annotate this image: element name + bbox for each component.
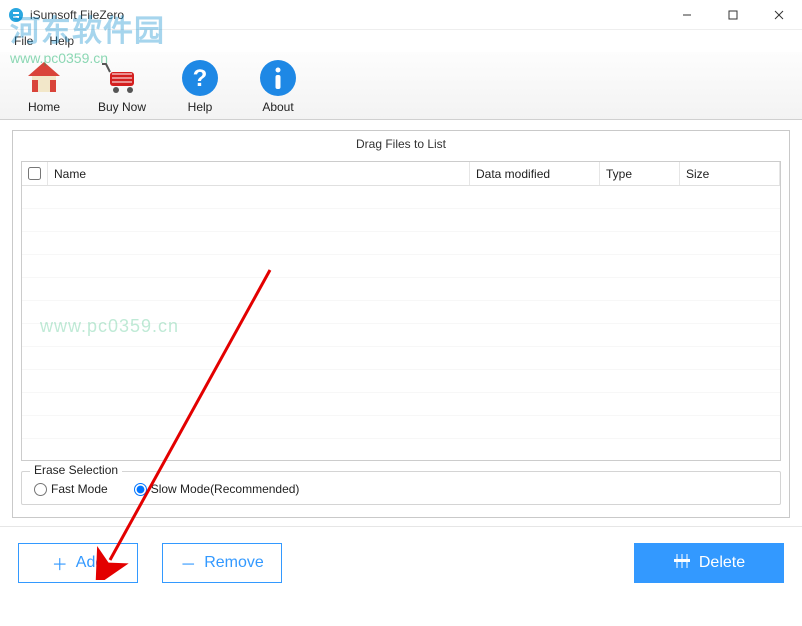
menubar: File Help — [0, 30, 802, 52]
toolbar-home-label: Home — [28, 100, 60, 114]
column-modified[interactable]: Data modified — [470, 162, 600, 185]
minus-icon: － — [180, 551, 196, 575]
window-controls — [664, 0, 802, 30]
window-title: iSumsoft FileZero — [30, 8, 664, 22]
remove-button-label: Remove — [204, 554, 264, 572]
plus-icon: ＋ — [52, 551, 68, 575]
fast-mode-option[interactable]: Fast Mode — [34, 482, 108, 496]
slow-mode-label: Slow Mode(Recommended) — [151, 482, 300, 496]
add-button-label: Add — [76, 554, 104, 572]
select-all-checkbox[interactable] — [28, 167, 41, 180]
toolbar-help[interactable]: ? Help — [168, 58, 232, 114]
maximize-button[interactable] — [710, 0, 756, 30]
toolbar-help-label: Help — [188, 100, 213, 114]
cart-icon — [102, 58, 142, 98]
minimize-button[interactable] — [664, 0, 710, 30]
toolbar-home[interactable]: Home — [12, 58, 76, 114]
slow-mode-option[interactable]: Slow Mode(Recommended) — [134, 482, 300, 496]
delete-button[interactable]: Delete — [634, 543, 784, 583]
info-icon — [258, 58, 298, 98]
table-header: Name Data modified Type Size — [22, 162, 780, 186]
button-bar: ＋ Add － Remove Delete — [0, 526, 802, 601]
help-icon: ? — [180, 58, 220, 98]
fast-mode-label: Fast Mode — [51, 482, 108, 496]
home-icon — [24, 58, 64, 98]
content-area: Drag Files to List Name Data modified Ty… — [0, 120, 802, 518]
fast-mode-radio[interactable] — [34, 483, 47, 496]
menu-file[interactable]: File — [6, 32, 41, 50]
slow-mode-radio[interactable] — [134, 483, 147, 496]
erase-selection-group: Erase Selection Fast Mode Slow Mode(Reco… — [21, 471, 781, 505]
drag-files-label: Drag Files to List — [13, 131, 789, 157]
close-button[interactable] — [756, 0, 802, 30]
table-body[interactable] — [22, 186, 780, 460]
column-checkbox[interactable] — [22, 162, 48, 185]
toolbar-about-label: About — [262, 100, 293, 114]
svg-text:?: ? — [193, 65, 208, 92]
delete-button-label: Delete — [699, 554, 745, 572]
column-type[interactable]: Type — [600, 162, 680, 185]
app-icon — [8, 7, 24, 23]
column-name[interactable]: Name — [48, 162, 470, 185]
erase-legend: Erase Selection — [30, 463, 122, 477]
titlebar: iSumsoft FileZero — [0, 0, 802, 30]
remove-button[interactable]: － Remove — [162, 543, 282, 583]
file-table: Name Data modified Type Size — [21, 161, 781, 461]
toolbar-about[interactable]: About — [246, 58, 310, 114]
add-button[interactable]: ＋ Add — [18, 543, 138, 583]
column-size[interactable]: Size — [680, 162, 780, 185]
toolbar-buy-now-label: Buy Now — [98, 100, 146, 114]
menu-help[interactable]: Help — [41, 32, 82, 50]
file-panel: Drag Files to List Name Data modified Ty… — [12, 130, 790, 518]
toolbar: Home Buy Now ? Help About — [0, 52, 802, 120]
toolbar-buy-now[interactable]: Buy Now — [90, 58, 154, 114]
shredder-icon — [673, 553, 691, 574]
